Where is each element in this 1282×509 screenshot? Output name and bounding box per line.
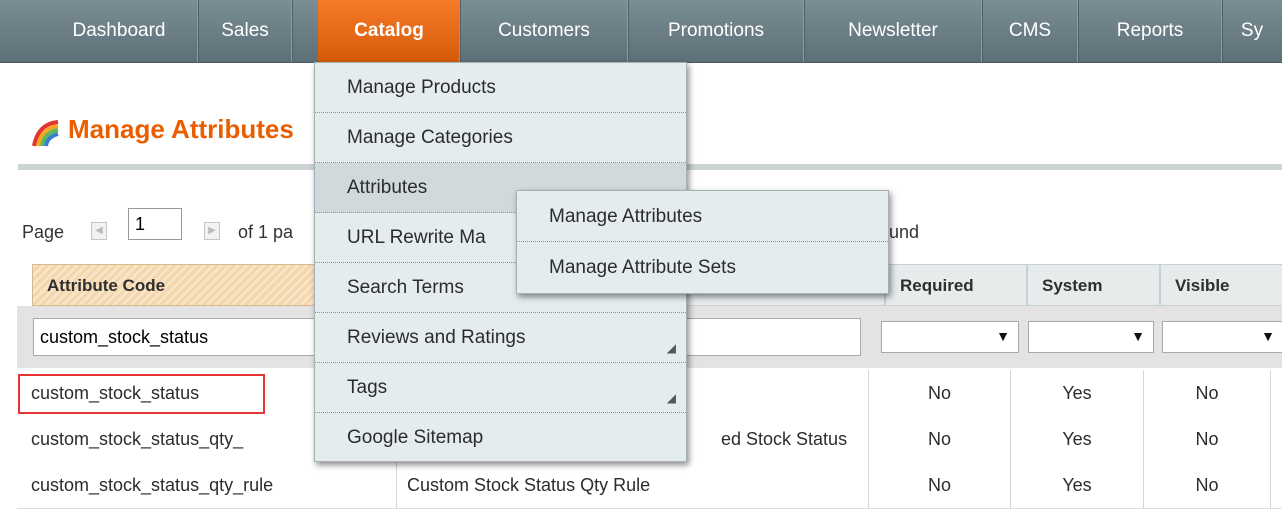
nav-sales[interactable]: Sales (198, 0, 293, 62)
nav-customers[interactable]: Customers (460, 0, 629, 62)
submenu-arrow-icon: ◢ (666, 341, 676, 355)
filter-required-select[interactable]: ▼ (881, 321, 1019, 353)
menu-item-tags[interactable]: Tags ◢ (315, 363, 686, 413)
table-row[interactable]: custom_stock_status_qty_rule Custom Stoc… (17, 462, 1282, 509)
cell-system: Yes (1011, 416, 1144, 462)
nav-system[interactable]: Sy (1222, 0, 1282, 62)
submenu-manage-attribute-sets[interactable]: Manage Attribute Sets (517, 242, 888, 293)
menu-item-manage-categories[interactable]: Manage Categories (315, 113, 686, 163)
records-found-label: und (889, 222, 920, 242)
nav-catalog[interactable]: Catalog (318, 0, 461, 62)
chevron-down-icon: ▼ (996, 328, 1010, 344)
nav-dashboard[interactable]: Dashboard (40, 0, 199, 62)
menu-item-manage-products[interactable]: Manage Products (315, 63, 686, 113)
cell-required: No (869, 370, 1011, 416)
next-page-icon[interactable]: ▶ (204, 222, 220, 240)
attributes-submenu: Manage Attributes Manage Attribute Sets (516, 190, 889, 294)
chevron-down-icon: ▼ (1131, 328, 1145, 344)
menu-item-google-sitemap[interactable]: Google Sitemap (315, 413, 686, 463)
nav-reports[interactable]: Reports (1078, 0, 1223, 62)
chevron-down-icon: ▼ (1261, 328, 1275, 344)
submenu-manage-attributes[interactable]: Manage Attributes (517, 191, 888, 242)
pager-of-label: of 1 pa (238, 222, 294, 242)
page-title: Manage Attributes (68, 114, 294, 144)
header-visible[interactable]: Visible (1160, 264, 1282, 306)
nav-promotions[interactable]: Promotions (628, 0, 805, 62)
cell-system: Yes (1011, 462, 1144, 508)
filter-system-select[interactable]: ▼ (1028, 321, 1154, 353)
header-required[interactable]: Required (885, 264, 1027, 306)
submenu-arrow-icon: ◢ (666, 391, 676, 405)
cell-visible: No (1144, 416, 1271, 462)
cell-visible: No (1144, 370, 1271, 416)
nav-newsletter[interactable]: Newsletter (804, 0, 983, 62)
cell-required: No (869, 416, 1011, 462)
filter-visible-select[interactable]: ▼ (1162, 321, 1282, 353)
page-number-input[interactable] (128, 208, 182, 240)
cell-label: Custom Stock Status Qty Rule (397, 462, 869, 508)
header-system[interactable]: System (1027, 264, 1160, 306)
filter-code-input[interactable]: custom_stock_status (33, 318, 333, 356)
rainbow-icon (32, 120, 59, 147)
cell-system: Yes (1011, 370, 1144, 416)
menu-item-label: Tags (347, 377, 388, 398)
highlight-box (18, 374, 265, 414)
cell-required: No (869, 462, 1011, 508)
menu-item-reviews-ratings[interactable]: Reviews and Ratings ◢ (315, 313, 686, 363)
cell-code: custom_stock_status_qty_rule (17, 462, 397, 508)
nav-cms[interactable]: CMS (982, 0, 1079, 62)
cell-visible: No (1144, 462, 1271, 508)
top-nav: Dashboard Sales Catalog Customers Promot… (0, 0, 1282, 63)
prev-page-icon[interactable]: ◀ (91, 222, 107, 240)
menu-item-label: Reviews and Ratings (347, 327, 526, 348)
pager-page-label: Page (22, 222, 65, 242)
